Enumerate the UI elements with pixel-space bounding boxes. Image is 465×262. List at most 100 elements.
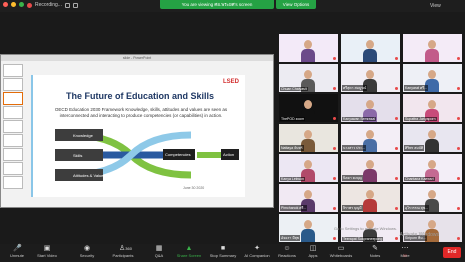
participant-tile[interactable]: ศิริพร สมบัติ [403,124,462,152]
start-video-button[interactable]: ▣ Start Video [32,245,62,261]
participant-tile[interactable]: Kanyawan Semrasai [341,94,400,122]
participant-head [428,40,436,49]
participant-head [304,130,312,139]
participant-tile[interactable]: ศรีสุดา สมบูรณ์ [341,64,400,92]
diagram-label-skills: Skills [73,153,82,158]
start-video-label: Start Video [37,253,57,258]
participant-video [301,220,315,242]
participant-tile[interactable]: Chuan Chaiyasit [279,64,338,92]
view-button[interactable]: View [430,3,441,9]
participant-tile[interactable] [279,34,338,62]
whiteboards-button[interactable]: ▭ Whiteboards [326,245,356,261]
slide-thumbnail[interactable] [3,134,23,147]
participant-body [425,49,439,62]
slide-thumbnail[interactable] [3,64,23,77]
window-controls [3,2,24,7]
zoom-window-icon[interactable] [19,2,24,7]
participant-tile[interactable]: Chantana Kaewsri [403,154,462,182]
participant-name: ศรีสุดา สมบูรณ์ [342,85,368,91]
muted-mic-icon [457,177,460,180]
muted-mic-icon [333,57,336,60]
apps-button[interactable]: ◫ Apps [298,245,328,261]
security-label: Security [79,253,95,258]
video-off-icon: ▣ [43,245,51,252]
stop-summary-button[interactable]: ■ Stop Summary [208,245,238,261]
participant-head [428,160,436,169]
participant-video [425,130,439,152]
muted-mic-icon [333,237,336,240]
participant-name: Chantana Kaewsri [404,177,435,181]
participant-tile[interactable]: นางสาว ประ... [341,124,400,152]
slide-footer: June 30 2020 [183,186,205,190]
participant-name: Kanya Lekwon [280,177,305,181]
participant-tile[interactable]: Pimchanok ศรี... [279,184,338,212]
notes-button[interactable]: ✎ Notes [360,245,390,261]
participant-name: ศิริพร สมบัติ [404,145,425,151]
slide-thumbnail[interactable] [3,176,23,189]
participant-tile[interactable]: ThePOD zoom [279,94,338,122]
participant-head [366,100,374,109]
slide-thumbnail-active[interactable] [3,92,23,105]
qa-button[interactable]: ▦ Q&A [144,245,174,261]
slide-thumbnail[interactable] [3,106,23,119]
unmute-label: Unmute [9,253,24,258]
activate-windows-watermark: Activate Windows [399,232,439,238]
unmute-button[interactable]: 🎤 Unmute [2,245,32,261]
participant-name: จิราพร บุญมี [342,205,363,211]
participant-video [425,40,439,62]
participant-head [304,100,312,109]
presentation-titlebar: slide - PowerPoint [1,55,273,61]
participant-name: Teerapat Sukpraneepong [342,237,384,241]
participant-body [301,49,315,62]
muted-mic-icon [457,147,460,150]
diagram-label-knowledge: Knowledge [73,133,94,138]
muted-mic-icon [395,117,398,120]
participant-name: Chuan Chaiyasit [280,87,308,91]
muted-mic-icon [457,117,460,120]
record-dot-icon [27,2,32,8]
participant-head [366,160,374,169]
participant-tile[interactable]: จิราพร บุญมี [341,184,400,212]
participant-tile[interactable]: Nattaya จันทร์ [279,124,338,152]
shared-screen: slide - PowerPoint LSED The Future of Ed… [0,54,274,208]
participant-head [304,190,312,199]
slide-thumbnail[interactable] [3,148,23,161]
end-meeting-button[interactable]: End [443,247,461,258]
participant-tile[interactable]: นิตยา คงบุญ [341,154,400,182]
slide-thumbnail[interactable] [3,78,23,91]
participant-name: Nattaya จันทร์ [280,145,304,151]
muted-mic-icon [395,207,398,210]
more-button[interactable]: ⋯99 More [390,245,420,261]
ai-companion-button[interactable]: ✦ AI Companion [242,245,272,261]
more-label: More [400,253,410,258]
notes-icon: ✎ [372,245,378,252]
slide-thumbnail[interactable] [3,120,23,133]
participant-tile[interactable] [341,34,400,62]
apps-icon: ◫ [309,245,317,252]
participant-name: นางสาว ประ... [342,145,367,151]
view-options-button[interactable]: View Options [276,0,316,9]
muted-mic-icon [457,57,460,60]
participant-tile[interactable] [403,34,462,62]
participant-tile[interactable]: อุไรวรรณ สุข... [403,184,462,212]
participant-name: Kanyawan Semrasai [342,117,377,121]
more-icon: ⋯99 [401,245,409,258]
stop-recording-icon[interactable] [72,2,78,8]
participant-tile[interactable]: Kanyarat ศรี... [403,64,462,92]
minimize-window-icon[interactable] [11,2,16,7]
muted-mic-icon [333,177,336,180]
participant-tile[interactable]: Supattra Jariyaporn [403,94,462,122]
pause-recording-icon[interactable] [64,2,70,8]
muted-mic-icon [333,117,336,120]
security-button[interactable]: ◉ Security [72,245,102,261]
share-screen-button[interactable]: ▲ Share Screen [174,245,204,261]
participant-head [366,130,374,139]
close-window-icon[interactable] [3,2,8,7]
participant-tile[interactable]: Kanya Lekwon [279,154,338,182]
participant-name: ThePOD zoom [280,117,306,121]
participant-tile[interactable]: อัจฉรา มีสุข [279,214,338,242]
participant-head [366,70,374,79]
diagram-label-attitudes: Attitudes & Values [73,173,105,178]
slide-thumbnail[interactable] [3,162,23,175]
participants-button[interactable]: ♙360 Participants [108,245,138,261]
